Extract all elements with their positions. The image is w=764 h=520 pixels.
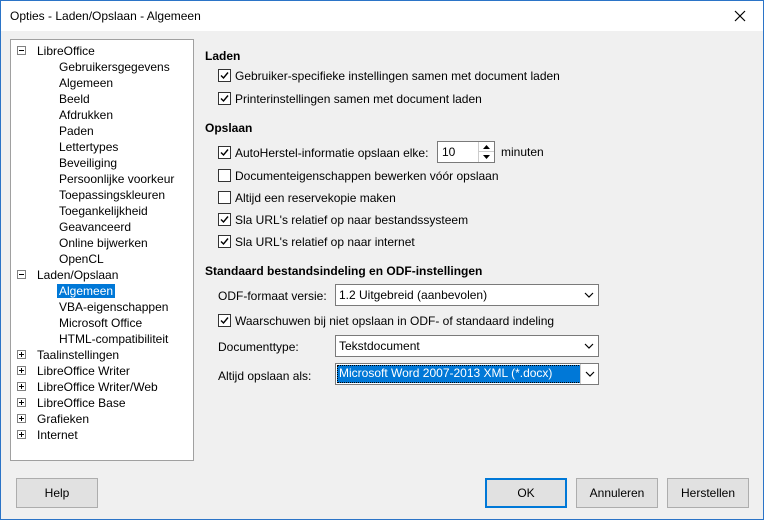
checkbox-box[interactable] — [218, 191, 231, 204]
tree-item-afdrukken[interactable]: Afdrukken — [57, 107, 115, 123]
tree-item-beveiliging[interactable]: Beveiliging — [57, 155, 119, 171]
help-button-label: Help — [44, 486, 70, 500]
tree-item-html-compatibiliteit[interactable]: HTML-compatibiliteit — [57, 331, 170, 347]
odf-version-value: 1.2 Uitgebreid (aanbevolen) — [339, 288, 488, 302]
ok-button-label: OK — [517, 486, 535, 500]
expand-icon[interactable] — [17, 414, 26, 423]
tree-item-microsoft-office[interactable]: Microsoft Office — [57, 315, 144, 331]
checkmark-icon — [220, 317, 229, 325]
ok-button[interactable]: OK — [485, 478, 567, 508]
tree-item-writer[interactable]: LibreOffice Writer — [17, 363, 130, 379]
checkbox-box[interactable] — [218, 69, 231, 82]
dropdown-button[interactable] — [580, 364, 598, 384]
chevron-up-icon — [483, 144, 490, 149]
minutes-unit-label: minuten — [501, 145, 544, 159]
tree-item-paden[interactable]: Paden — [57, 123, 96, 139]
checkbox-box[interactable] — [218, 169, 231, 182]
spin-down-button[interactable] — [478, 152, 494, 162]
tree-item-writer-web[interactable]: LibreOffice Writer/Web — [17, 379, 158, 395]
checkmark-icon — [220, 95, 229, 103]
odf-version-select[interactable]: 1.2 Uitgebreid (aanbevolen) — [335, 284, 599, 306]
opslaan-heading: Opslaan — [205, 121, 253, 135]
tree-item-geavanceerd[interactable]: Geavanceerd — [57, 219, 133, 235]
expand-icon[interactable] — [17, 398, 26, 407]
reset-button-label: Herstellen — [680, 486, 736, 500]
expand-icon[interactable] — [17, 430, 26, 439]
options-tree[interactable]: LibreOffice Gebruikersgegevens Algemeen … — [10, 39, 194, 461]
odf-version-label: ODF-formaat versie: — [218, 289, 327, 303]
chevron-down-icon — [584, 292, 594, 298]
chevron-down-icon — [585, 371, 594, 377]
checkmark-icon — [220, 72, 229, 80]
spin-arrows — [478, 142, 494, 162]
collapse-icon[interactable] — [17, 46, 26, 55]
close-button[interactable] — [717, 1, 763, 31]
dropdown-button[interactable] — [580, 336, 598, 356]
checkbox-box[interactable] — [218, 235, 231, 248]
tree-item-vba-eigenschappen[interactable]: VBA-eigenschappen — [57, 299, 170, 315]
autorecover-minutes-value[interactable]: 10 — [442, 145, 455, 159]
title-bar: Opties - Laden/Opslaan - Algemeen — [1, 1, 763, 31]
dropdown-button[interactable] — [580, 285, 598, 305]
cancel-button-label: Annuleren — [589, 486, 645, 500]
chevron-down-icon — [584, 343, 594, 349]
tree-item-toegankelijkheid[interactable]: Toegankelijkheid — [57, 203, 150, 219]
reset-button[interactable]: Herstellen — [667, 478, 749, 508]
checkmark-icon — [220, 216, 229, 224]
close-icon — [734, 10, 746, 22]
tree-item-opencl[interactable]: OpenCL — [57, 251, 106, 267]
tree-item-online-bijwerken[interactable]: Online bijwerken — [57, 235, 150, 251]
tree-item-taalinstellingen[interactable]: Taalinstellingen — [17, 347, 119, 363]
window-title: Opties - Laden/Opslaan - Algemeen — [10, 9, 201, 23]
checkbox-box[interactable] — [218, 92, 231, 105]
expand-icon[interactable] — [17, 382, 26, 391]
always-save-as-value: Microsoft Word 2007-2013 XML (*.docx) — [339, 366, 553, 380]
spin-up-button[interactable] — [478, 142, 494, 152]
autorecover-minutes-spinbox[interactable]: 10 — [437, 141, 495, 163]
checkbox-box[interactable] — [218, 213, 231, 226]
chevron-down-icon — [483, 155, 490, 159]
collapse-icon[interactable] — [17, 270, 26, 279]
always-save-as-label: Altijd opslaan als: — [218, 369, 312, 383]
checkmark-icon — [220, 149, 229, 157]
tree-item-algemeen[interactable]: Algemeen — [57, 75, 115, 91]
checkmark-icon — [220, 238, 229, 246]
tree-item-toepassingskleuren[interactable]: Toepassingskleuren — [57, 187, 167, 203]
tree-item-algemeen-selected[interactable]: Algemeen — [57, 283, 116, 299]
tree-item-beeld[interactable]: Beeld — [57, 91, 92, 107]
tree-item-base[interactable]: LibreOffice Base — [17, 395, 126, 411]
doctype-select[interactable]: Tekstdocument — [335, 335, 599, 357]
checkbox-box[interactable] — [218, 146, 231, 159]
cancel-button[interactable]: Annuleren — [576, 478, 658, 508]
doctype-label: Documenttype: — [218, 340, 299, 354]
laden-heading: Laden — [205, 49, 241, 63]
expand-icon[interactable] — [17, 366, 26, 375]
expand-icon[interactable] — [17, 350, 26, 359]
doctype-value: Tekstdocument — [339, 339, 420, 353]
tree-item-grafieken[interactable]: Grafieken — [17, 411, 89, 427]
tree-item-gebruikersgegevens[interactable]: Gebruikersgegevens — [57, 59, 172, 75]
help-button[interactable]: Help — [16, 478, 98, 508]
tree-item-lettertypes[interactable]: Lettertypes — [57, 139, 120, 155]
always-save-as-select[interactable]: Microsoft Word 2007-2013 XML (*.docx) — [335, 363, 599, 385]
standaard-heading: Standaard bestandsindeling en ODF-instel… — [205, 264, 483, 278]
tree-item-internet[interactable]: Internet — [17, 427, 78, 443]
tree-item-laden-opslaan[interactable]: Laden/Opslaan — [17, 267, 118, 283]
options-dialog: Opties - Laden/Opslaan - Algemeen LibreO… — [0, 0, 764, 520]
checkbox-box[interactable] — [218, 314, 231, 327]
tree-item-persoonlijke-voorkeur[interactable]: Persoonlijke voorkeur — [57, 171, 176, 187]
tree-item-libreoffice[interactable]: LibreOffice — [17, 43, 95, 59]
